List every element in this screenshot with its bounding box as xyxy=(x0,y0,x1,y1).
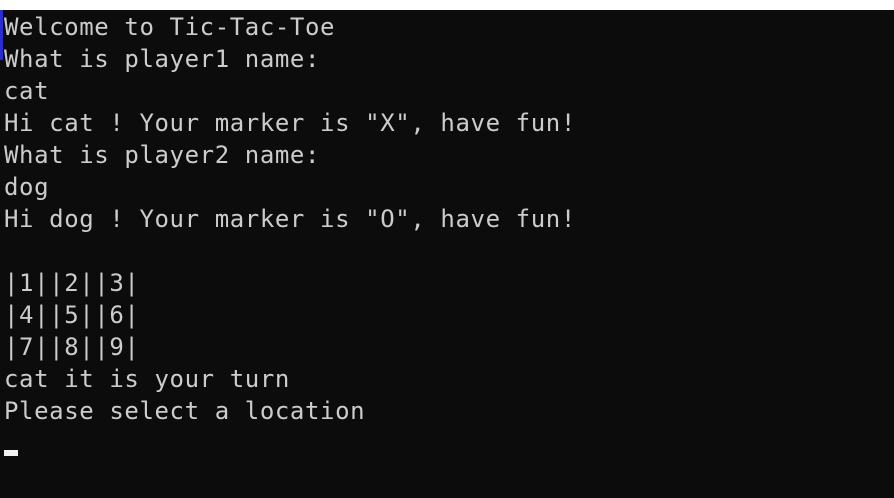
turn-line: cat it is your turn xyxy=(4,365,290,393)
player2-input-line: dog xyxy=(4,173,50,201)
text-cursor[interactable] xyxy=(4,450,18,456)
player2-greeting-line: Hi dog ! Your marker is "O", have fun! xyxy=(4,205,576,233)
board-row-1: |1||2||3| xyxy=(4,269,140,297)
console-window[interactable]: Welcome to Tic-Tac-Toe What is player1 n… xyxy=(0,10,894,498)
player1-greeting-line: Hi cat ! Your marker is "X", have fun! xyxy=(4,109,576,137)
select-location-prompt: Please select a location xyxy=(4,397,366,425)
board-row-2: |4||5||6| xyxy=(4,301,140,329)
player1-input-line: cat xyxy=(4,77,50,105)
board-row-3: |7||8||9| xyxy=(4,333,140,361)
welcome-line: Welcome to Tic-Tac-Toe xyxy=(4,13,336,41)
blank-line xyxy=(4,235,576,267)
player2-prompt-line: What is player2 name: xyxy=(4,141,321,169)
player1-prompt-line: What is player1 name: xyxy=(4,45,321,73)
window-edge-accent xyxy=(0,10,3,60)
console-output: Welcome to Tic-Tac-Toe What is player1 n… xyxy=(4,11,576,427)
